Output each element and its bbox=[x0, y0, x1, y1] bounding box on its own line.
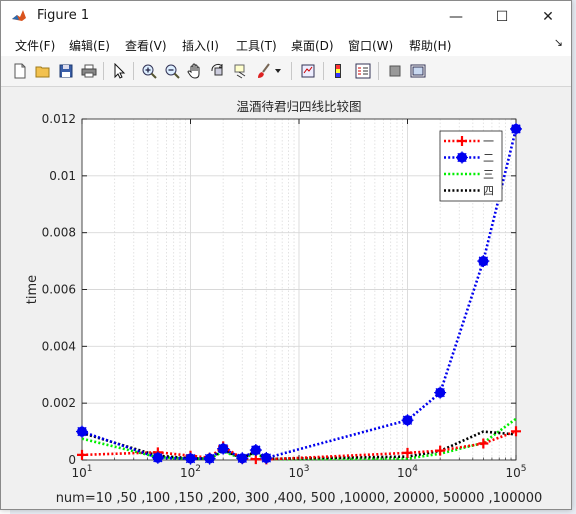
y-tick-label: 0.002 bbox=[42, 396, 76, 410]
y-tick-label: 0.004 bbox=[42, 339, 76, 353]
matlab-icon bbox=[12, 10, 26, 21]
show-plot-tools-icon[interactable] bbox=[408, 61, 428, 81]
y-tick-label: 0.01 bbox=[49, 169, 76, 183]
rotate-3d-icon[interactable] bbox=[208, 61, 228, 81]
dock-arrow-icon[interactable]: ↘ bbox=[554, 36, 563, 49]
menu-file[interactable]: 文件(F) bbox=[15, 37, 55, 54]
chart-title: 温酒待君归四线比较图 bbox=[236, 99, 361, 114]
close-icon: ✕ bbox=[542, 8, 554, 25]
window-title: Figure 1 bbox=[37, 8, 90, 23]
chart-svg: 101 102 103 104 10500.0020.0040.0060.0080.01… bbox=[25, 99, 543, 506]
series-2-point-rays bbox=[236, 452, 249, 465]
zoom-in-icon[interactable] bbox=[139, 61, 159, 81]
hide-plot-tools-icon[interactable] bbox=[385, 61, 405, 81]
save-icon[interactable] bbox=[56, 61, 76, 81]
x-axis-label: num=10 ,50 ,100 ,150 ,200, 300 ,400, 500… bbox=[56, 491, 543, 506]
brush-icon[interactable] bbox=[254, 61, 274, 81]
menu-tools[interactable]: 工具(T) bbox=[236, 37, 277, 54]
open-file-icon[interactable] bbox=[33, 61, 53, 81]
toolbar-separator bbox=[323, 62, 324, 80]
y-axis-label: time bbox=[25, 275, 40, 304]
figure-canvas: 101 102 103 104 105 0 0.002 0.004 0.006 0.008 0.01… bbox=[1, 87, 571, 509]
minimize-icon: — bbox=[449, 8, 463, 25]
x-tick-label: 104 bbox=[397, 464, 418, 480]
pan-icon[interactable] bbox=[185, 61, 205, 81]
y-tick-label: 0.006 bbox=[42, 283, 76, 297]
menu-edit[interactable]: 编辑(E) bbox=[69, 37, 110, 54]
zoom-out-icon[interactable] bbox=[162, 61, 182, 81]
toolbar-separator bbox=[378, 62, 379, 80]
toolbar-separator bbox=[291, 62, 292, 80]
minimize-button[interactable]: — bbox=[433, 1, 479, 32]
title-bar[interactable]: Figure 1 — ☐ ✕ bbox=[1, 1, 571, 32]
y-tick-label: 0.008 bbox=[42, 226, 76, 240]
data-cursor-icon[interactable] bbox=[231, 61, 251, 81]
legend-label-3: 三 bbox=[483, 168, 494, 181]
series-2-point-rays bbox=[510, 122, 522, 135]
menu-bar: 文件(F) 编辑(E) 查看(V) 插入(I) 工具(T) 桌面(D) 窗口(W… bbox=[1, 32, 571, 56]
link-plot-icon[interactable] bbox=[298, 61, 318, 81]
menu-help[interactable]: 帮助(H) bbox=[409, 37, 451, 54]
new-figure-icon[interactable] bbox=[10, 61, 30, 81]
y-tick-label: 0 bbox=[68, 453, 76, 467]
brush-menu-icon[interactable] bbox=[272, 61, 284, 81]
figure-toolbar bbox=[1, 56, 571, 87]
menu-view[interactable]: 查看(V) bbox=[125, 37, 167, 54]
maximize-icon: ☐ bbox=[495, 8, 509, 25]
legend-label-4: 四 bbox=[483, 185, 494, 198]
x-tick-label: 103 bbox=[288, 464, 309, 480]
menu-desktop[interactable]: 桌面(D) bbox=[291, 37, 334, 54]
colorbar-icon[interactable] bbox=[330, 61, 350, 81]
legend-marker-2-rays bbox=[456, 151, 468, 164]
maximize-button[interactable]: ☐ bbox=[479, 1, 525, 32]
close-button[interactable]: ✕ bbox=[525, 1, 571, 32]
edit-plot-icon[interactable] bbox=[109, 61, 129, 81]
legend-label-2: 二 bbox=[483, 152, 494, 165]
toolbar-separator bbox=[103, 62, 104, 80]
print-icon[interactable] bbox=[79, 61, 99, 81]
x-tick-label: 105 bbox=[505, 464, 526, 480]
menu-insert[interactable]: 插入(I) bbox=[182, 37, 219, 54]
series-2-point-rays bbox=[217, 442, 230, 455]
legend-label-1: 一 bbox=[483, 135, 494, 148]
toolbar-separator bbox=[133, 62, 134, 80]
x-tick-label: 102 bbox=[180, 464, 201, 480]
figure-window: Figure 1 — ☐ ✕ 文件(F) 编辑(E) 查看(V) 插入(I) 工… bbox=[0, 0, 572, 510]
y-tick-label: 0.012 bbox=[42, 112, 76, 126]
legend-icon[interactable] bbox=[353, 61, 373, 81]
menu-window[interactable]: 窗口(W) bbox=[348, 37, 393, 54]
